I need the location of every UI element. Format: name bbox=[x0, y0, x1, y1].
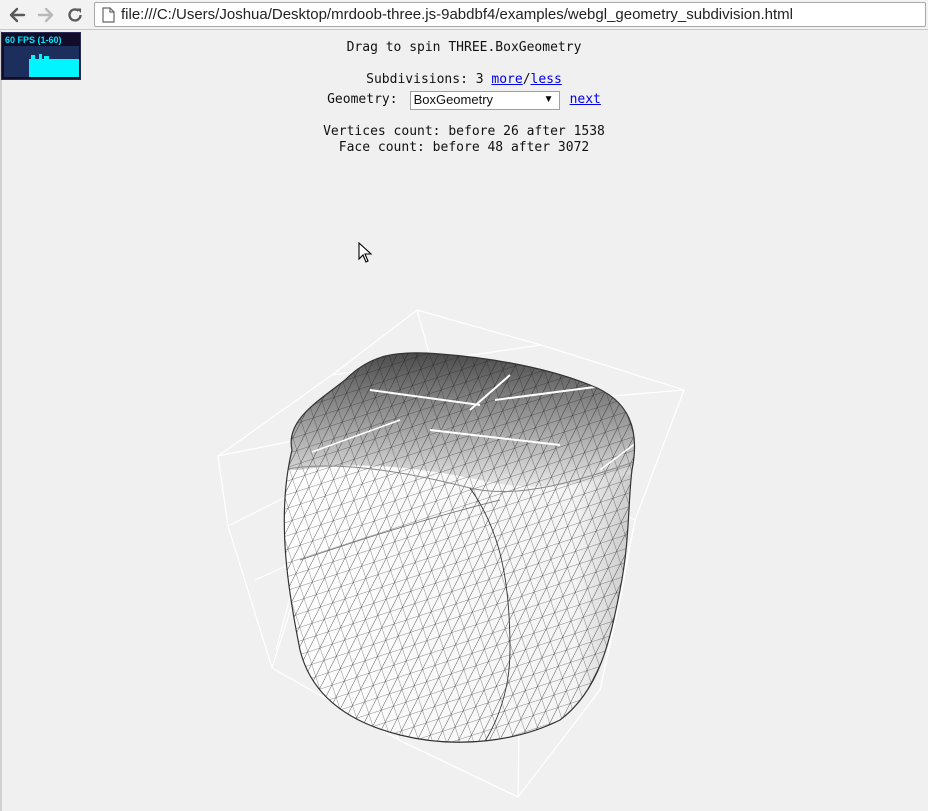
control-mesh-wireframe bbox=[217, 309, 685, 798]
subdivisions-label: Subdivisions: 3 bbox=[366, 72, 484, 87]
reload-icon bbox=[68, 8, 82, 22]
less-link[interactable]: less bbox=[531, 72, 562, 87]
geometry-selected-value: BoxGeometry bbox=[413, 92, 494, 107]
arrow-right-icon bbox=[37, 7, 54, 23]
geometry-select[interactable]: BoxGeometry ▼ bbox=[409, 90, 560, 110]
arrow-left-icon bbox=[9, 7, 26, 23]
dropdown-arrow-icon: ▼ bbox=[543, 94, 554, 105]
link-separator: / bbox=[522, 72, 531, 87]
more-link[interactable]: more bbox=[491, 72, 522, 87]
next-link[interactable]: next bbox=[570, 92, 601, 108]
drag-instruction: Drag to spin THREE.BoxGeometry bbox=[346, 40, 582, 55]
face-count: Face count: before 48 after 3072 bbox=[338, 140, 590, 155]
back-button[interactable] bbox=[6, 4, 28, 26]
geometry-row: Geometry: BoxGeometry ▼ next bbox=[0, 90, 928, 110]
vertices-count: Vertices count: before 26 after 1538 bbox=[323, 124, 605, 139]
forward-button[interactable] bbox=[35, 4, 57, 26]
cube-outline bbox=[283, 352, 636, 743]
url-text: file:///C:/Users/Joshua/Desktop/mrdoob-t… bbox=[121, 6, 793, 23]
subdivided-cube bbox=[284, 352, 635, 743]
info-panel: Drag to spin THREE.BoxGeometry Subdivisi… bbox=[0, 40, 928, 156]
browser-toolbar: file:///C:/Users/Joshua/Desktop/mrdoob-t… bbox=[0, 0, 928, 30]
address-bar[interactable]: file:///C:/Users/Joshua/Desktop/mrdoob-t… bbox=[94, 2, 926, 27]
geometry-label: Geometry: bbox=[327, 92, 398, 107]
page-icon bbox=[102, 6, 115, 23]
mouse-cursor-icon bbox=[358, 242, 373, 263]
reload-button[interactable] bbox=[64, 4, 86, 26]
subdivisions-line: Subdivisions: 3 more/less bbox=[0, 72, 928, 88]
